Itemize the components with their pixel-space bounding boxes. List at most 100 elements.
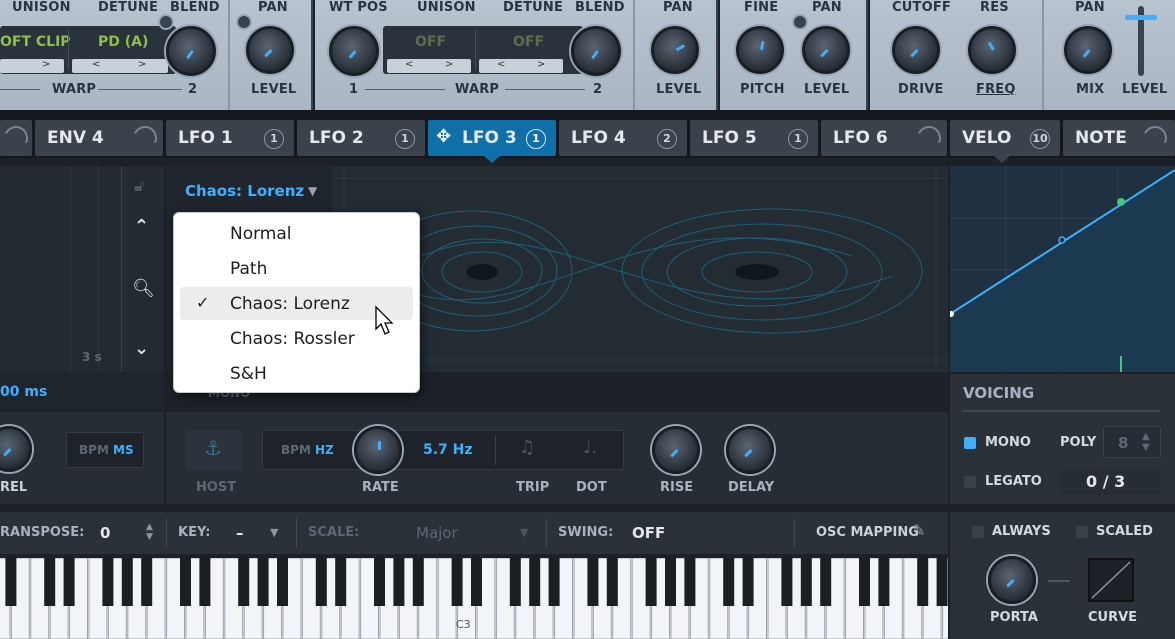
pan-corner-marker[interactable] [236, 14, 252, 30]
tab-lfo-5[interactable]: LFO 51 [690, 120, 818, 156]
lfo-chaos-display[interactable] [332, 166, 948, 372]
zoom-icon[interactable]: 🔍︎ [132, 278, 155, 299]
wt-pos-knob[interactable] [329, 26, 379, 76]
tab-lfo-3[interactable]: ✥ LFO 3 1 [428, 120, 556, 156]
tab-lfo-6[interactable]: LFO 6 [821, 120, 947, 156]
fine-knob[interactable] [736, 26, 784, 74]
caret-down-icon[interactable]: ▼ [308, 184, 317, 198]
black-key[interactable] [238, 558, 250, 606]
black-key[interactable] [587, 558, 599, 606]
warp-display[interactable]: OFT CLIP PD (A) > < > [0, 26, 176, 74]
menu-item-sh[interactable]: S&H [180, 357, 413, 390]
scaled-checkbox[interactable] [1076, 526, 1088, 538]
blend-knob[interactable] [571, 26, 621, 76]
lock-icon[interactable]: 🔓︎ [134, 176, 144, 196]
black-key[interactable] [315, 558, 327, 606]
pan-corner-marker[interactable] [792, 14, 808, 30]
black-key[interactable] [412, 558, 424, 606]
black-key[interactable] [509, 558, 521, 606]
blend-knob[interactable] [166, 26, 216, 76]
scale-dropdown-icon[interactable]: ▼ [520, 526, 528, 539]
mix-knob[interactable] [1064, 26, 1112, 74]
black-key[interactable] [180, 558, 191, 606]
black-key[interactable] [781, 558, 793, 606]
black-key[interactable] [917, 558, 929, 606]
osc-a-level-knob[interactable] [246, 26, 294, 74]
black-key[interactable] [859, 558, 870, 606]
arrow-right-icon[interactable]: > [445, 59, 453, 70]
tab-note[interactable]: NOTE [1063, 120, 1175, 156]
arrow-left-icon[interactable]: < [497, 59, 505, 70]
always-checkbox[interactable] [972, 526, 984, 538]
black-key[interactable] [374, 558, 385, 606]
black-key[interactable] [471, 558, 482, 606]
black-key[interactable] [606, 558, 618, 606]
black-key[interactable] [393, 558, 405, 606]
black-key[interactable] [121, 558, 133, 606]
dotted-note-icon[interactable]: ♩. [583, 437, 597, 458]
rise-knob[interactable] [652, 426, 700, 474]
warp2-arrows[interactable]: < > [72, 59, 168, 73]
env-graph[interactable]: 3 s [0, 166, 122, 372]
host-anchor-button[interactable]: ⚓︎ [186, 430, 242, 470]
scale-value[interactable]: Major [416, 524, 458, 542]
tab-lfo-4[interactable]: LFO 42 [559, 120, 687, 156]
swing-value[interactable]: OFF [632, 524, 665, 542]
black-key[interactable] [335, 558, 347, 606]
transpose-value[interactable]: 0 [100, 524, 110, 542]
transpose-stepper-icon[interactable]: ▲ ▼ [146, 522, 153, 542]
warp-arrows[interactable]: > [0, 59, 64, 73]
stepper-arrows-icon[interactable]: ▲ ▼ [1142, 431, 1150, 453]
black-key[interactable] [141, 558, 153, 606]
menu-item-path[interactable]: Path [180, 252, 413, 285]
triplet-icon[interactable]: ♫ [519, 437, 535, 458]
delay-knob[interactable] [726, 426, 774, 474]
black-key[interactable] [665, 558, 676, 606]
arrow-left-icon[interactable]: < [405, 59, 413, 70]
black-key[interactable] [645, 558, 657, 606]
black-key[interactable] [63, 558, 75, 606]
move-icon[interactable]: ✥ [436, 126, 451, 147]
freq-knob[interactable] [968, 26, 1016, 74]
black-key[interactable] [199, 558, 211, 606]
arrow-left-icon[interactable]: < [92, 59, 100, 70]
warp-arrows[interactable]: < > [387, 59, 471, 73]
release-knob[interactable] [0, 426, 32, 472]
black-key[interactable] [820, 558, 832, 606]
black-key[interactable] [529, 558, 541, 606]
porta-knob[interactable] [988, 556, 1036, 604]
pencil-icon[interactable]: ✎ [912, 521, 925, 540]
black-key[interactable] [5, 558, 17, 606]
black-key[interactable] [548, 558, 560, 606]
env-time-value[interactable]: 00 ms [0, 384, 47, 400]
mono-checkbox[interactable] [964, 437, 976, 449]
piano-keyboard[interactable]: C3 [0, 557, 961, 639]
black-key[interactable] [44, 558, 56, 606]
black-key[interactable] [878, 558, 890, 606]
key-value[interactable]: – [236, 524, 244, 542]
warp2-arrows[interactable]: < > [479, 59, 563, 73]
warp-display-b[interactable]: OFF OFF < > < > [383, 26, 583, 74]
master-level-handle[interactable] [1125, 15, 1157, 20]
env-bpm-ms-toggle[interactable]: BPM MS [66, 432, 144, 468]
menu-item-normal[interactable]: Normal [180, 217, 413, 250]
tab-prev-ring[interactable] [0, 120, 32, 156]
black-key[interactable] [742, 558, 754, 606]
tab-lfo-1[interactable]: LFO 11 [166, 120, 294, 156]
osc-mapping-button[interactable]: OSC MAPPING [816, 525, 919, 540]
black-key[interactable] [277, 558, 288, 606]
rate-knob[interactable] [354, 426, 402, 474]
black-key[interactable] [936, 558, 948, 606]
drive-knob[interactable] [892, 26, 940, 74]
arrow-right-icon[interactable]: > [138, 59, 146, 70]
tab-env-4[interactable]: ENV 4 [35, 120, 163, 156]
osc-b-level-knob[interactable] [651, 26, 699, 74]
chevron-up-icon[interactable]: ⌃ [134, 216, 149, 237]
piano-keys[interactable] [0, 557, 961, 639]
black-key[interactable] [723, 558, 735, 606]
poly-stepper[interactable]: 8 ▲ ▼ [1103, 426, 1161, 458]
arrow-right-icon[interactable]: > [537, 59, 545, 70]
lfo-mode-selected[interactable]: Chaos: Lorenz [185, 182, 304, 200]
black-key[interactable] [451, 558, 463, 606]
black-key[interactable] [684, 558, 696, 606]
